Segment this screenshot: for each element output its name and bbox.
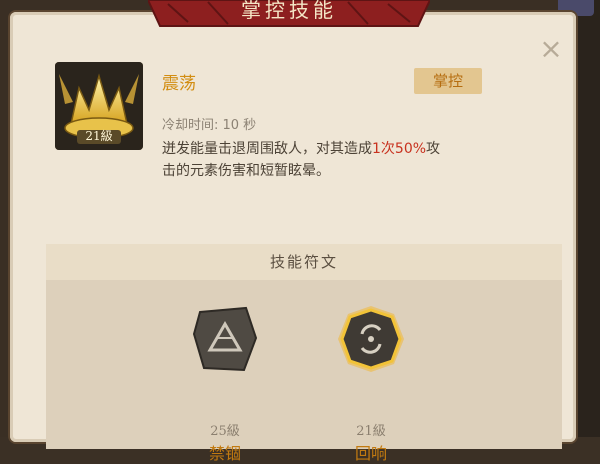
rune-header: 技能符文 [46,244,562,280]
desc-part2: 攻 [426,141,441,157]
desc-percent: 50% [394,141,427,157]
rune-level: 25級 [210,424,240,439]
rune-name: 回响 [354,444,387,463]
desc-part1: 迸发能量击退周围敌人，对其造成 [162,141,372,157]
dialog-title: 掌控技能 [241,0,337,22]
skill-type-tag: 掌控 [414,68,482,94]
cooldown-text: 冷却时间: 10 秒 [162,118,257,133]
skill-description: 迸发能量击退周围敌人，对其造成1次50%攻 击的元素伤害和短暂眩晕。 [162,138,542,182]
echo-swirl-rune-icon [338,306,404,372]
skill-dialog: × 21級 震荡 掌控 冷却时间: 10 秒 迸发能量击退周围敌人，对其造成1次… [10,12,576,463]
desc-line2: 击的元素伤害和短暂眩晕。 [162,163,330,179]
desc-count: 1次 [372,141,395,157]
skill-level: 21級 [85,129,113,143]
rune-section: 技能符文 25級 禁锢 21級 回响 [46,244,562,463]
dark-triangle-rune-icon [192,306,258,372]
rune-name: 禁锢 [208,444,241,463]
rune-item-huixiang[interactable]: 21級 回响 [326,304,416,463]
close-button[interactable]: × [536,34,566,64]
skill-name: 震荡 [162,74,196,94]
skill-icon-frame: 21級 [55,62,143,150]
rune-level: 21級 [356,424,386,439]
title-banner: 掌控技能 [148,0,430,32]
rune-item-jingu[interactable]: 25級 禁锢 [180,304,270,463]
